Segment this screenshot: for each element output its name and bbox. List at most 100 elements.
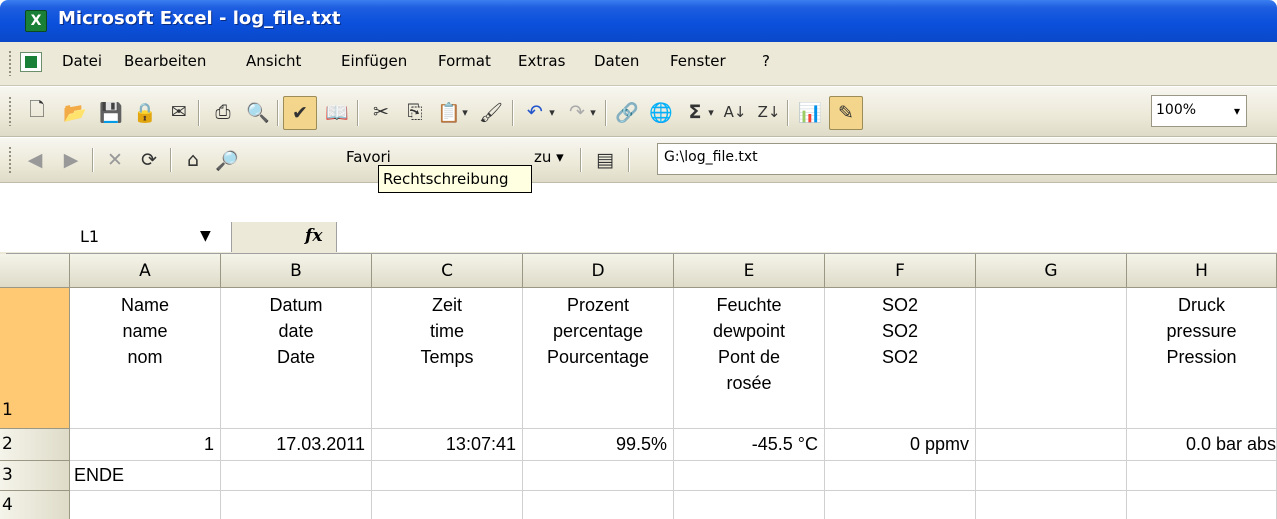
format-painter-icon[interactable]: 🖌: [476, 97, 506, 127]
cell-d3[interactable]: [523, 461, 674, 491]
menu-format[interactable]: Format: [438, 52, 491, 70]
zoom-dropdown-icon[interactable]: ▾: [1228, 96, 1246, 126]
cell-f4[interactable]: [825, 491, 976, 519]
separator: [277, 100, 278, 126]
menu-grip[interactable]: [8, 50, 12, 76]
address-input[interactable]: G:\log_file.txt: [657, 143, 1277, 175]
cell-c2[interactable]: 13:07:41: [372, 429, 523, 461]
col-header-c[interactable]: C: [372, 254, 523, 288]
col-header-d[interactable]: D: [523, 254, 674, 288]
undo-dropdown-icon[interactable]: ▾: [545, 97, 559, 127]
cell-b1[interactable]: Datum date Date: [221, 288, 372, 429]
permission-icon[interactable]: 🔒: [130, 97, 160, 127]
fx-icon[interactable]: fx: [305, 226, 322, 246]
cell-a1[interactable]: Name name nom: [70, 288, 221, 429]
menu-einfuegen[interactable]: Einfügen: [341, 52, 407, 70]
cell-b4[interactable]: [221, 491, 372, 519]
formula-input[interactable]: [336, 222, 1277, 252]
save-icon[interactable]: 💾: [96, 97, 126, 127]
cell-a3[interactable]: ENDE: [70, 461, 221, 491]
cell-d1-line: Pourcentage: [546, 347, 650, 367]
print-icon[interactable]: ⎙: [208, 97, 238, 127]
cell-f2[interactable]: 0 ppmv: [825, 429, 976, 461]
redo-dropdown-icon[interactable]: ▾: [586, 97, 600, 127]
cell-f3[interactable]: [825, 461, 976, 491]
cell-h3[interactable]: [1127, 461, 1277, 491]
cell-e1[interactable]: Feuchte dewpoint Pont de rosée: [674, 288, 825, 429]
hyperlink-icon[interactable]: 🔗: [612, 97, 642, 127]
stop-icon[interactable]: ✕: [100, 145, 130, 175]
sort-ascending-icon[interactable]: A↓: [720, 97, 750, 127]
paste-dropdown-icon[interactable]: ▾: [458, 97, 472, 127]
cell-e2[interactable]: -45.5 °C: [674, 429, 825, 461]
chart-wizard-icon[interactable]: 📊: [795, 97, 825, 127]
col-header-a[interactable]: A: [70, 254, 221, 288]
cut-icon[interactable]: ✂: [366, 97, 396, 127]
select-all-corner[interactable]: [0, 254, 70, 288]
cell-b3[interactable]: [221, 461, 372, 491]
cell-h4[interactable]: [1127, 491, 1277, 519]
cell-g2[interactable]: [976, 429, 1127, 461]
menu-datei[interactable]: Datei: [62, 52, 102, 70]
menu-daten[interactable]: Daten: [594, 52, 639, 70]
cell-c4[interactable]: [372, 491, 523, 519]
col-header-f[interactable]: F: [825, 254, 976, 288]
row-header-1[interactable]: 1: [0, 288, 70, 429]
cell-a4[interactable]: [70, 491, 221, 519]
research-globe-icon[interactable]: 🌐: [646, 97, 676, 127]
home-icon[interactable]: ⌂: [178, 145, 208, 175]
cell-e4[interactable]: [674, 491, 825, 519]
cell-a2[interactable]: 1: [70, 429, 221, 461]
web-toolbar-grip[interactable]: [8, 146, 12, 174]
toolbar-grip[interactable]: [8, 96, 12, 126]
sort-descending-icon[interactable]: Z↓: [754, 97, 784, 127]
spellcheck-icon[interactable]: ✔: [283, 96, 317, 130]
search-web-icon[interactable]: 🔎: [212, 145, 242, 175]
workbook-menu-icon[interactable]: [20, 52, 42, 72]
email-icon[interactable]: ✉: [164, 97, 194, 127]
cell-g3[interactable]: [976, 461, 1127, 491]
drawing-icon[interactable]: ✎: [829, 96, 863, 130]
cell-c1[interactable]: Zeit time Temps: [372, 288, 523, 429]
col-header-e[interactable]: E: [674, 254, 825, 288]
open-folder-icon[interactable]: 📂: [60, 97, 90, 127]
print-preview-icon[interactable]: 🔍: [243, 97, 273, 127]
new-file-icon[interactable]: 🗋: [22, 97, 52, 127]
back-icon[interactable]: ◀: [20, 145, 50, 175]
autosum-dropdown-icon[interactable]: ▾: [704, 97, 718, 127]
cell-d1[interactable]: Prozent percentage Pourcentage: [523, 288, 674, 429]
cell-f1[interactable]: SO2 SO2 SO2: [825, 288, 976, 429]
name-box[interactable]: L1: [0, 222, 232, 252]
show-web-toolbar-icon[interactable]: ▤: [590, 145, 620, 175]
cell-d4[interactable]: [523, 491, 674, 519]
cell-g4[interactable]: [976, 491, 1127, 519]
cell-c3[interactable]: [372, 461, 523, 491]
menu-extras[interactable]: Extras: [518, 52, 565, 70]
col-header-h[interactable]: H: [1127, 254, 1277, 288]
favorites-menu[interactable]: Favori: [346, 148, 391, 166]
excel-app-icon[interactable]: X: [25, 10, 47, 32]
research-icon[interactable]: 📖: [322, 97, 352, 127]
worksheet-grid[interactable]: A B C D E F G H 1 Name name nom Datum da…: [0, 254, 1277, 519]
goto-menu[interactable]: zu ▾: [534, 148, 564, 166]
cell-b2[interactable]: 17.03.2011: [221, 429, 372, 461]
name-box-dropdown-icon[interactable]: ▼: [200, 228, 211, 244]
cell-e1-line: Feuchte: [716, 295, 782, 315]
copy-icon[interactable]: ⎘: [400, 97, 430, 127]
menu-help[interactable]: ?: [762, 52, 770, 70]
menu-fenster[interactable]: Fenster: [670, 52, 726, 70]
cell-h2[interactable]: 0.0 bar abs: [1127, 429, 1277, 461]
row-header-3[interactable]: 3: [0, 461, 70, 491]
row-header-4[interactable]: 4: [0, 491, 70, 519]
refresh-icon[interactable]: ⟳: [134, 145, 164, 175]
cell-e3[interactable]: [674, 461, 825, 491]
cell-d2[interactable]: 99.5%: [523, 429, 674, 461]
cell-h1[interactable]: Druck pressure Pression: [1127, 288, 1277, 429]
menu-bearbeiten[interactable]: Bearbeiten: [124, 52, 206, 70]
menu-ansicht[interactable]: Ansicht: [246, 52, 301, 70]
forward-icon[interactable]: ▶: [56, 145, 86, 175]
col-header-b[interactable]: B: [221, 254, 372, 288]
col-header-g[interactable]: G: [976, 254, 1127, 288]
cell-g1[interactable]: [976, 288, 1127, 429]
row-header-2[interactable]: 2: [0, 429, 70, 461]
